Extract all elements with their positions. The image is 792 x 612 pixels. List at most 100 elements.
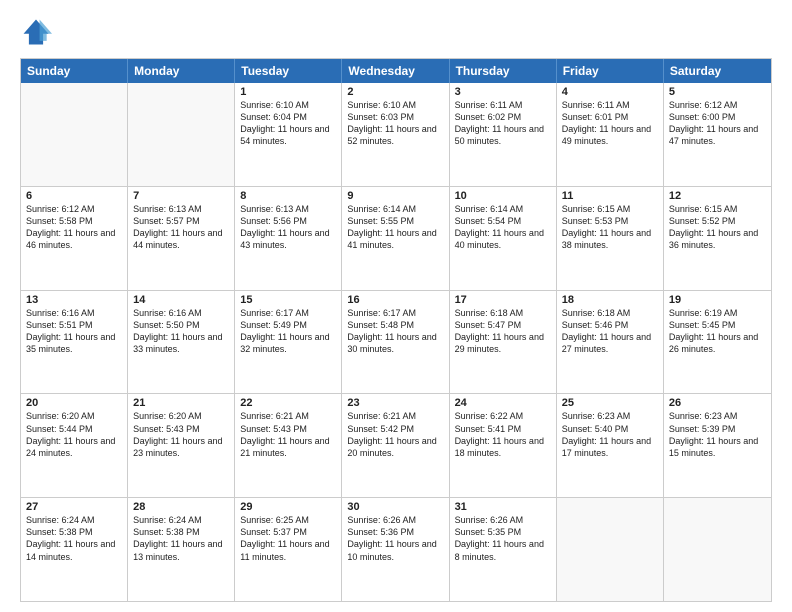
day-cell-30: 30Sunrise: 6:26 AM Sunset: 5:36 PM Dayli…: [342, 498, 449, 601]
day-info: Sunrise: 6:21 AM Sunset: 5:43 PM Dayligh…: [240, 410, 336, 459]
day-info: Sunrise: 6:23 AM Sunset: 5:40 PM Dayligh…: [562, 410, 658, 459]
day-info: Sunrise: 6:11 AM Sunset: 6:02 PM Dayligh…: [455, 99, 551, 148]
logo-icon: [20, 16, 52, 48]
day-cell-4: 4Sunrise: 6:11 AM Sunset: 6:01 PM Daylig…: [557, 83, 664, 186]
day-number: 5: [669, 86, 766, 98]
day-cell-16: 16Sunrise: 6:17 AM Sunset: 5:48 PM Dayli…: [342, 291, 449, 394]
day-number: 25: [562, 397, 658, 409]
day-info: Sunrise: 6:18 AM Sunset: 5:47 PM Dayligh…: [455, 307, 551, 356]
day-number: 15: [240, 294, 336, 306]
day-info: Sunrise: 6:26 AM Sunset: 5:35 PM Dayligh…: [455, 514, 551, 563]
day-cell-11: 11Sunrise: 6:15 AM Sunset: 5:53 PM Dayli…: [557, 187, 664, 290]
day-number: 3: [455, 86, 551, 98]
header: [20, 16, 772, 48]
day-number: 4: [562, 86, 658, 98]
day-info: Sunrise: 6:24 AM Sunset: 5:38 PM Dayligh…: [26, 514, 122, 563]
day-number: 8: [240, 190, 336, 202]
day-cell-15: 15Sunrise: 6:17 AM Sunset: 5:49 PM Dayli…: [235, 291, 342, 394]
day-number: 24: [455, 397, 551, 409]
day-info: Sunrise: 6:16 AM Sunset: 5:50 PM Dayligh…: [133, 307, 229, 356]
day-number: 20: [26, 397, 122, 409]
day-number: 29: [240, 501, 336, 513]
day-info: Sunrise: 6:14 AM Sunset: 5:54 PM Dayligh…: [455, 203, 551, 252]
day-number: 6: [26, 190, 122, 202]
day-number: 10: [455, 190, 551, 202]
day-info: Sunrise: 6:11 AM Sunset: 6:01 PM Dayligh…: [562, 99, 658, 148]
day-number: 1: [240, 86, 336, 98]
day-cell-10: 10Sunrise: 6:14 AM Sunset: 5:54 PM Dayli…: [450, 187, 557, 290]
calendar-week-2: 6Sunrise: 6:12 AM Sunset: 5:58 PM Daylig…: [21, 186, 771, 290]
empty-cell: [664, 498, 771, 601]
day-cell-27: 27Sunrise: 6:24 AM Sunset: 5:38 PM Dayli…: [21, 498, 128, 601]
day-info: Sunrise: 6:17 AM Sunset: 5:49 PM Dayligh…: [240, 307, 336, 356]
day-info: Sunrise: 6:14 AM Sunset: 5:55 PM Dayligh…: [347, 203, 443, 252]
day-number: 17: [455, 294, 551, 306]
day-number: 9: [347, 190, 443, 202]
day-cell-28: 28Sunrise: 6:24 AM Sunset: 5:38 PM Dayli…: [128, 498, 235, 601]
header-day-friday: Friday: [557, 59, 664, 83]
day-cell-23: 23Sunrise: 6:21 AM Sunset: 5:42 PM Dayli…: [342, 394, 449, 497]
page: SundayMondayTuesdayWednesdayThursdayFrid…: [0, 0, 792, 612]
day-cell-19: 19Sunrise: 6:19 AM Sunset: 5:45 PM Dayli…: [664, 291, 771, 394]
day-cell-24: 24Sunrise: 6:22 AM Sunset: 5:41 PM Dayli…: [450, 394, 557, 497]
day-cell-20: 20Sunrise: 6:20 AM Sunset: 5:44 PM Dayli…: [21, 394, 128, 497]
calendar: SundayMondayTuesdayWednesdayThursdayFrid…: [20, 58, 772, 602]
day-number: 18: [562, 294, 658, 306]
day-info: Sunrise: 6:12 AM Sunset: 5:58 PM Dayligh…: [26, 203, 122, 252]
day-cell-14: 14Sunrise: 6:16 AM Sunset: 5:50 PM Dayli…: [128, 291, 235, 394]
day-cell-5: 5Sunrise: 6:12 AM Sunset: 6:00 PM Daylig…: [664, 83, 771, 186]
day-cell-22: 22Sunrise: 6:21 AM Sunset: 5:43 PM Dayli…: [235, 394, 342, 497]
day-cell-13: 13Sunrise: 6:16 AM Sunset: 5:51 PM Dayli…: [21, 291, 128, 394]
day-info: Sunrise: 6:15 AM Sunset: 5:52 PM Dayligh…: [669, 203, 766, 252]
day-number: 23: [347, 397, 443, 409]
day-info: Sunrise: 6:16 AM Sunset: 5:51 PM Dayligh…: [26, 307, 122, 356]
header-day-monday: Monday: [128, 59, 235, 83]
day-info: Sunrise: 6:17 AM Sunset: 5:48 PM Dayligh…: [347, 307, 443, 356]
day-cell-12: 12Sunrise: 6:15 AM Sunset: 5:52 PM Dayli…: [664, 187, 771, 290]
day-number: 19: [669, 294, 766, 306]
day-info: Sunrise: 6:13 AM Sunset: 5:57 PM Dayligh…: [133, 203, 229, 252]
day-cell-7: 7Sunrise: 6:13 AM Sunset: 5:57 PM Daylig…: [128, 187, 235, 290]
day-number: 2: [347, 86, 443, 98]
header-day-wednesday: Wednesday: [342, 59, 449, 83]
calendar-body: 1Sunrise: 6:10 AM Sunset: 6:04 PM Daylig…: [21, 83, 771, 601]
day-info: Sunrise: 6:10 AM Sunset: 6:04 PM Dayligh…: [240, 99, 336, 148]
day-number: 27: [26, 501, 122, 513]
day-info: Sunrise: 6:22 AM Sunset: 5:41 PM Dayligh…: [455, 410, 551, 459]
day-number: 26: [669, 397, 766, 409]
day-cell-25: 25Sunrise: 6:23 AM Sunset: 5:40 PM Dayli…: [557, 394, 664, 497]
empty-cell: [128, 83, 235, 186]
day-cell-2: 2Sunrise: 6:10 AM Sunset: 6:03 PM Daylig…: [342, 83, 449, 186]
day-number: 22: [240, 397, 336, 409]
calendar-week-1: 1Sunrise: 6:10 AM Sunset: 6:04 PM Daylig…: [21, 83, 771, 186]
calendar-header: SundayMondayTuesdayWednesdayThursdayFrid…: [21, 59, 771, 83]
day-info: Sunrise: 6:25 AM Sunset: 5:37 PM Dayligh…: [240, 514, 336, 563]
empty-cell: [557, 498, 664, 601]
day-info: Sunrise: 6:26 AM Sunset: 5:36 PM Dayligh…: [347, 514, 443, 563]
header-day-thursday: Thursday: [450, 59, 557, 83]
logo: [20, 16, 56, 48]
day-info: Sunrise: 6:23 AM Sunset: 5:39 PM Dayligh…: [669, 410, 766, 459]
day-cell-8: 8Sunrise: 6:13 AM Sunset: 5:56 PM Daylig…: [235, 187, 342, 290]
calendar-week-4: 20Sunrise: 6:20 AM Sunset: 5:44 PM Dayli…: [21, 393, 771, 497]
day-info: Sunrise: 6:24 AM Sunset: 5:38 PM Dayligh…: [133, 514, 229, 563]
day-info: Sunrise: 6:10 AM Sunset: 6:03 PM Dayligh…: [347, 99, 443, 148]
calendar-week-5: 27Sunrise: 6:24 AM Sunset: 5:38 PM Dayli…: [21, 497, 771, 601]
day-number: 7: [133, 190, 229, 202]
day-number: 21: [133, 397, 229, 409]
day-info: Sunrise: 6:13 AM Sunset: 5:56 PM Dayligh…: [240, 203, 336, 252]
header-day-sunday: Sunday: [21, 59, 128, 83]
day-info: Sunrise: 6:15 AM Sunset: 5:53 PM Dayligh…: [562, 203, 658, 252]
day-cell-6: 6Sunrise: 6:12 AM Sunset: 5:58 PM Daylig…: [21, 187, 128, 290]
day-cell-18: 18Sunrise: 6:18 AM Sunset: 5:46 PM Dayli…: [557, 291, 664, 394]
day-cell-29: 29Sunrise: 6:25 AM Sunset: 5:37 PM Dayli…: [235, 498, 342, 601]
day-info: Sunrise: 6:18 AM Sunset: 5:46 PM Dayligh…: [562, 307, 658, 356]
day-number: 12: [669, 190, 766, 202]
day-info: Sunrise: 6:21 AM Sunset: 5:42 PM Dayligh…: [347, 410, 443, 459]
day-number: 28: [133, 501, 229, 513]
day-cell-1: 1Sunrise: 6:10 AM Sunset: 6:04 PM Daylig…: [235, 83, 342, 186]
empty-cell: [21, 83, 128, 186]
calendar-week-3: 13Sunrise: 6:16 AM Sunset: 5:51 PM Dayli…: [21, 290, 771, 394]
day-cell-3: 3Sunrise: 6:11 AM Sunset: 6:02 PM Daylig…: [450, 83, 557, 186]
header-day-tuesday: Tuesday: [235, 59, 342, 83]
